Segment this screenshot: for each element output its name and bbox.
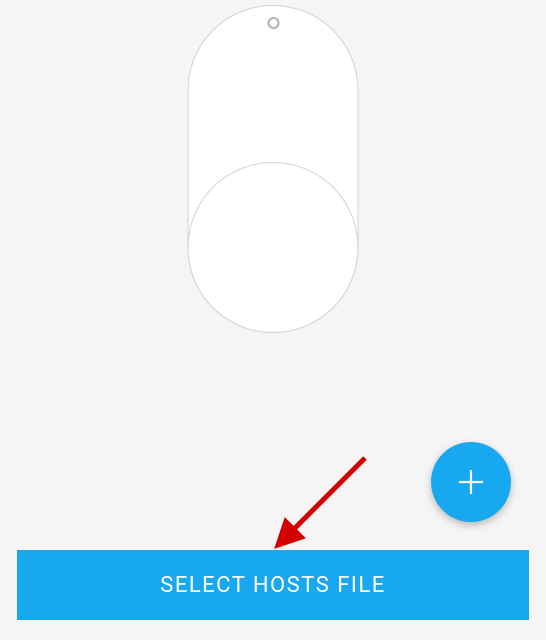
toggle-knob [188,162,359,333]
plus-icon [456,467,486,497]
power-toggle[interactable] [188,5,359,333]
add-button[interactable] [431,442,511,522]
select-hosts-file-label: SELECT HOSTS FILE [160,573,385,598]
toggle-pivot-hole [267,17,279,29]
select-hosts-file-button[interactable]: SELECT HOSTS FILE [17,550,529,620]
arrow-annotation [265,450,385,560]
